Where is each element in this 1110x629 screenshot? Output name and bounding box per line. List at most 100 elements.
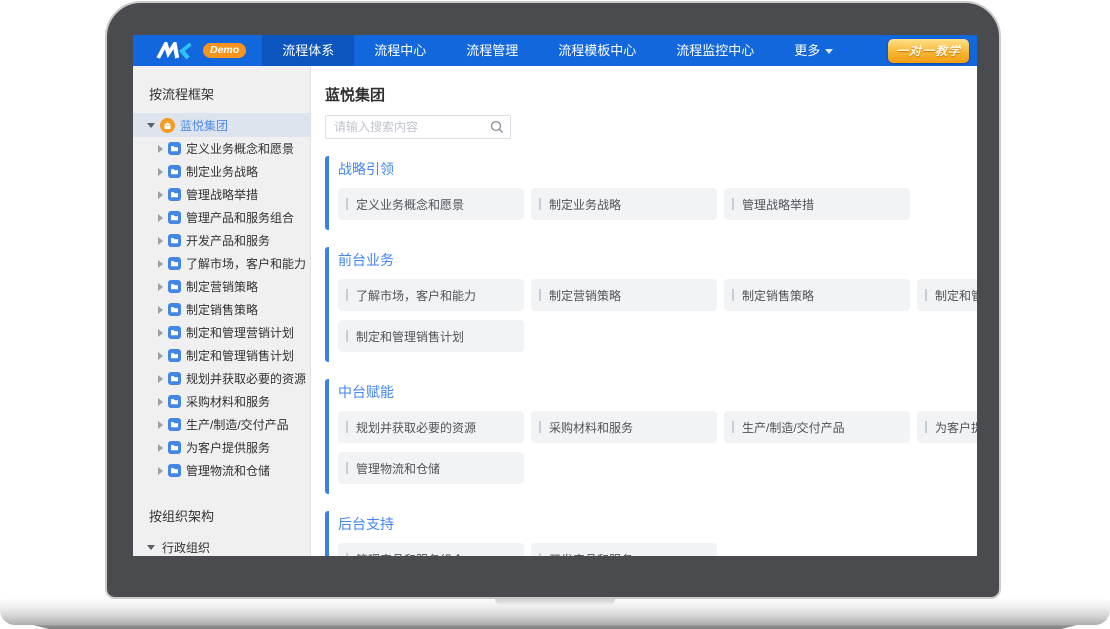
chevron-right-icon[interactable] — [158, 305, 163, 314]
process-card[interactable]: 管理物流和仓储 — [338, 452, 524, 484]
nav-item-1[interactable]: 流程体系 — [262, 35, 355, 66]
card-label: 制定和管理营销计划 — [935, 288, 977, 303]
tree-item-4[interactable]: 管理产品和服务组合 — [133, 206, 310, 229]
chevron-right-icon[interactable] — [158, 466, 163, 475]
tree-item-1[interactable]: 定义业务概念和愿景 — [133, 137, 310, 160]
folder-icon — [168, 441, 181, 454]
folder-icon — [168, 349, 181, 362]
process-card[interactable]: 管理战略举措 — [724, 188, 910, 220]
nav-item-4[interactable]: 流程模板中心 — [538, 35, 656, 66]
tree-item-label: 管理物流和仓储 — [186, 464, 271, 478]
tree-item-label: 管理产品和服务组合 — [186, 211, 295, 225]
nav-item-3[interactable]: 流程管理 — [446, 35, 538, 66]
chevron-down-icon[interactable] — [147, 544, 155, 550]
section-title: 战略引领 — [338, 161, 394, 177]
nav-menu: 流程体系 流程中心 流程管理 流程模板中心 流程监控中心 更多 — [262, 35, 853, 66]
process-card[interactable]: 制定业务战略 — [531, 188, 717, 220]
process-section-1: 战略引领定义业务概念和愿景 制定业务战略 管理战略举措 — [325, 156, 977, 230]
chevron-right-icon[interactable] — [158, 397, 163, 406]
chevron-right-icon[interactable] — [158, 443, 163, 452]
nav-item-6[interactable]: 更多 — [774, 35, 853, 66]
chevron-right-icon[interactable] — [158, 144, 163, 153]
main-content: 蓝悦集团 战略引领定义业务概念和愿景 制定业务战略 管理战略举措前台业务了解市场，客… — [311, 66, 977, 556]
tree-root-company[interactable]: 蓝悦集团 — [133, 113, 310, 137]
chevron-right-icon[interactable] — [158, 236, 163, 245]
process-card[interactable]: 了解市场，客户和能力 — [338, 279, 524, 311]
nav-item-5[interactable]: 流程监控中心 — [656, 35, 774, 66]
tree-item-label: 管理战略举措 — [186, 188, 259, 202]
process-card[interactable]: 生产/制造/交付产品 — [724, 411, 910, 443]
folder-icon — [168, 372, 181, 385]
card-label: 为客户提供服务 — [935, 420, 977, 435]
mk-logo-icon — [155, 41, 199, 60]
top-navbar: Demo 流程体系 流程中心 流程管理 流程模板中心 流程监控中心 更多 一对一教学 — [133, 35, 977, 66]
card-grid: 规划并获取必要的资源 采购材料和服务 生产/制造/交付产品 为客户提供服务管理物流和仓… — [338, 402, 977, 484]
tree-item-3[interactable]: 管理战略举措 — [133, 183, 310, 206]
process-card[interactable]: 采购材料和服务 — [531, 411, 717, 443]
search-input[interactable] — [325, 115, 511, 139]
tree-item-label: 了解市场，客户和能力 — [186, 257, 307, 271]
tree-item-8[interactable]: 制定销售策略 — [133, 298, 310, 321]
tree-item-14[interactable]: 为客户提供服务 — [133, 436, 310, 459]
card-label: 制定业务战略 — [549, 197, 622, 212]
process-card[interactable]: 定义业务概念和愿景 — [338, 188, 524, 220]
chevron-right-icon[interactable] — [158, 213, 163, 222]
chevron-right-icon[interactable] — [158, 167, 163, 176]
chevron-right-icon[interactable] — [158, 190, 163, 199]
folder-icon — [168, 165, 181, 178]
chevron-right-icon[interactable] — [158, 282, 163, 291]
card-label: 定义业务概念和愿景 — [356, 197, 465, 212]
process-card[interactable]: 制定营销策略 — [531, 279, 717, 311]
tree-item-10[interactable]: 制定和管理销售计划 — [133, 344, 310, 367]
tree-item-12[interactable]: 采购材料和服务 — [133, 390, 310, 413]
section-title: 中台赋能 — [338, 384, 394, 400]
card-tick — [346, 462, 348, 474]
tree-root-org[interactable]: 行政组织 — [133, 535, 310, 556]
card-label: 管理战略举措 — [742, 197, 815, 212]
tree-item-label: 采购材料和服务 — [186, 395, 271, 409]
tree-item-label: 定义业务概念和愿景 — [186, 142, 295, 156]
section-title: 后台支持 — [338, 516, 394, 532]
folder-icon — [168, 303, 181, 316]
page-title: 蓝悦集团 — [325, 87, 386, 104]
tree-item-label: 制定和管理营销计划 — [186, 326, 295, 340]
org-root-label: 行政组织 — [162, 540, 211, 555]
process-card[interactable]: 管理产品和服务组合 — [338, 543, 524, 556]
tree-item-label: 制定业务战略 — [186, 165, 259, 179]
card-label: 生产/制造/交付产品 — [742, 420, 845, 435]
chevron-right-icon[interactable] — [158, 420, 163, 429]
process-card[interactable]: 开发产品和服务 — [531, 543, 717, 556]
promo-badge[interactable]: 一对一教学 — [887, 38, 969, 63]
nav-item-2[interactable]: 流程中心 — [354, 35, 446, 66]
tree-item-9[interactable]: 制定和管理营销计划 — [133, 321, 310, 344]
chevron-down-icon[interactable] — [147, 122, 155, 128]
process-card[interactable]: 为客户提供服务 — [917, 411, 977, 443]
tree-item-11[interactable]: 规划并获取必要的资源 — [133, 367, 310, 390]
tree-item-7[interactable]: 制定营销策略 — [133, 275, 310, 298]
chevron-right-icon[interactable] — [158, 374, 163, 383]
process-card[interactable]: 规划并获取必要的资源 — [338, 411, 524, 443]
folder-icon — [168, 142, 181, 155]
process-sections: 战略引领 定义业务概念和愿景 制定业务战略 管理战略举措 前台业务 了解市场，客户和能力制… — [325, 156, 977, 556]
demo-badge: Demo — [203, 43, 247, 58]
tree-item-2[interactable]: 制定业务战略 — [133, 160, 310, 183]
card-tick — [346, 421, 348, 433]
content-row: 按流程框架 蓝悦集团 定义业务概念和愿景 制定业务战略 管理战略举措 管理产品和服务组… — [133, 66, 977, 556]
search-icon[interactable] — [490, 120, 504, 139]
tree-item-6[interactable]: 了解市场，客户和能力 — [133, 252, 310, 275]
process-card[interactable]: 制定销售策略 — [724, 279, 910, 311]
chevron-right-icon[interactable] — [158, 351, 163, 360]
laptop-base-shadow — [33, 625, 1077, 629]
app-logo[interactable]: Demo — [155, 41, 247, 60]
tree-item-15[interactable]: 管理物流和仓储 — [133, 459, 310, 482]
process-card[interactable]: 制定和管理营销计划 — [917, 279, 977, 311]
card-label: 管理物流和仓储 — [356, 461, 441, 476]
chevron-right-icon[interactable] — [158, 328, 163, 337]
card-tick — [925, 289, 927, 301]
tree-item-13[interactable]: 生产/制造/交付产品 — [133, 413, 310, 436]
card-label: 采购材料和服务 — [549, 420, 634, 435]
chevron-right-icon[interactable] — [158, 259, 163, 268]
tree-item-5[interactable]: 开发产品和服务 — [133, 229, 310, 252]
process-card[interactable]: 制定和管理销售计划 — [338, 320, 524, 352]
sidebar-section-framework: 按流程框架 — [149, 87, 215, 102]
